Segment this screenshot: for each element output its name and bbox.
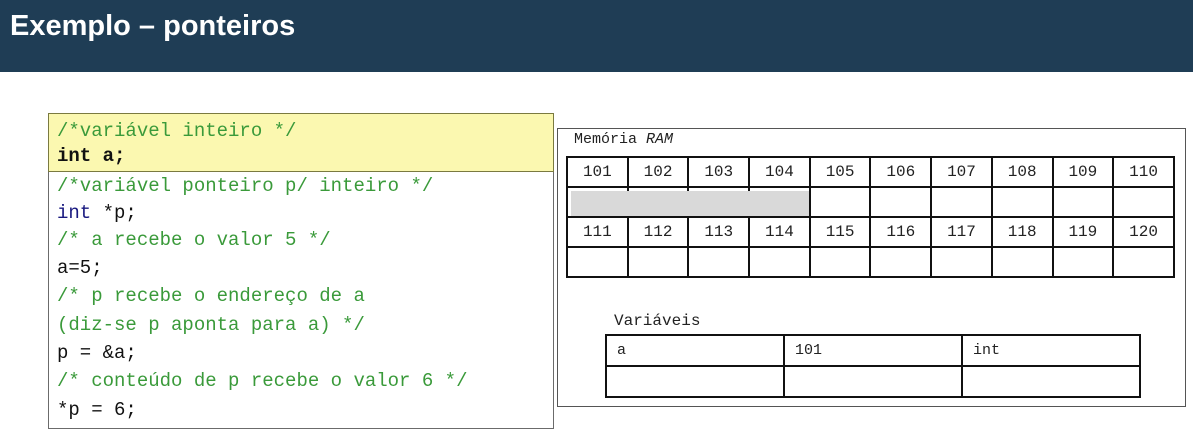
- memory-address: 116: [869, 216, 933, 248]
- memory-cell: [748, 246, 811, 278]
- code-decl-p: int *p;: [57, 201, 137, 225]
- code-text: a;: [91, 145, 126, 167]
- memory-cell: [869, 246, 933, 278]
- variables-row: [605, 365, 1141, 398]
- memory-address: 110: [1112, 156, 1175, 188]
- code-decl-a: int a;: [57, 144, 125, 168]
- variable-name: a: [605, 334, 785, 367]
- code-assign-a: a=5;: [57, 257, 103, 279]
- memory-address: 107: [930, 156, 993, 188]
- memory-address: 119: [1051, 216, 1115, 248]
- memory-address: 106: [869, 156, 933, 188]
- memory-cell: [1112, 246, 1175, 278]
- memory-cell: [930, 186, 993, 218]
- memory-cell: [930, 246, 993, 278]
- variable-cell: [961, 365, 1141, 398]
- memory-address-row: 101 102 103 104 105 106 107 108 109 110: [566, 156, 1175, 188]
- memory-cell: [626, 246, 690, 278]
- variable-address: 101: [783, 334, 963, 367]
- memory-address: 104: [748, 156, 811, 188]
- memory-cell: [687, 246, 751, 278]
- code-text: *p;: [91, 202, 137, 224]
- variable-cell: [605, 365, 785, 398]
- code-keyword: int: [57, 202, 92, 224]
- variable-cell: [783, 365, 963, 398]
- memory-address: 105: [808, 156, 872, 188]
- memory-cell: [566, 246, 629, 278]
- memory-address: 101: [566, 156, 629, 188]
- memory-cell: [1112, 186, 1175, 218]
- memory-address: 117: [930, 216, 993, 248]
- memory-cell: [808, 246, 872, 278]
- memory-label-ram: RAM: [646, 131, 674, 148]
- memory-address: 109: [1051, 156, 1115, 188]
- memory-address: 111: [566, 216, 629, 248]
- slide-title: Exemplo – ponteiros: [10, 10, 296, 42]
- code-assign-p: p = &a;: [57, 342, 137, 364]
- memory-address: 108: [990, 156, 1054, 188]
- memory-cell: [808, 186, 872, 218]
- memory-address: 114: [748, 216, 811, 248]
- memory-address: 112: [626, 216, 690, 248]
- memory-value-row: [566, 246, 1175, 278]
- code-comment-deref: /* conteúdo de p recebe o valor 6 */: [57, 370, 468, 392]
- memory-address: 118: [990, 216, 1054, 248]
- code-deref-assign: *p = 6;: [57, 399, 137, 421]
- code-comment-pointer: /*variável ponteiro p/ inteiro */: [57, 175, 434, 197]
- code-comment-int: /*variável inteiro */: [57, 120, 297, 142]
- memory-cell: [1051, 186, 1115, 218]
- memory-cell: [990, 246, 1054, 278]
- code-comment-assign-a: /* a recebe o valor 5 */: [57, 229, 331, 251]
- memory-address: 102: [626, 156, 690, 188]
- variable-type: int: [961, 334, 1141, 367]
- memory-cell: [869, 186, 933, 218]
- code-comment-address-2: (diz-se p aponta para a) */: [57, 314, 365, 336]
- memory-shaded-cells: [571, 191, 809, 216]
- variables-table: a 101 int: [605, 334, 1141, 398]
- memory-label: Memória RAM: [574, 131, 673, 148]
- memory-address: 120: [1112, 216, 1175, 248]
- memory-cell: [1051, 246, 1115, 278]
- memory-address: 115: [808, 216, 872, 248]
- code-keyword: int: [57, 145, 92, 167]
- variables-row: a 101 int: [605, 334, 1141, 367]
- code-comment-address-1: /* p recebe o endereço de a: [57, 285, 365, 307]
- memory-address-row: 111 112 113 114 115 116 117 118 119 120: [566, 216, 1175, 248]
- memory-table-1: 101 102 103 104 105 106 107 108 109 110 …: [566, 156, 1175, 278]
- memory-address: 103: [687, 156, 751, 188]
- memory-label-text: Memória: [574, 131, 647, 148]
- variables-label: Variáveis: [614, 312, 701, 330]
- memory-cell: [990, 186, 1054, 218]
- memory-address: 113: [687, 216, 751, 248]
